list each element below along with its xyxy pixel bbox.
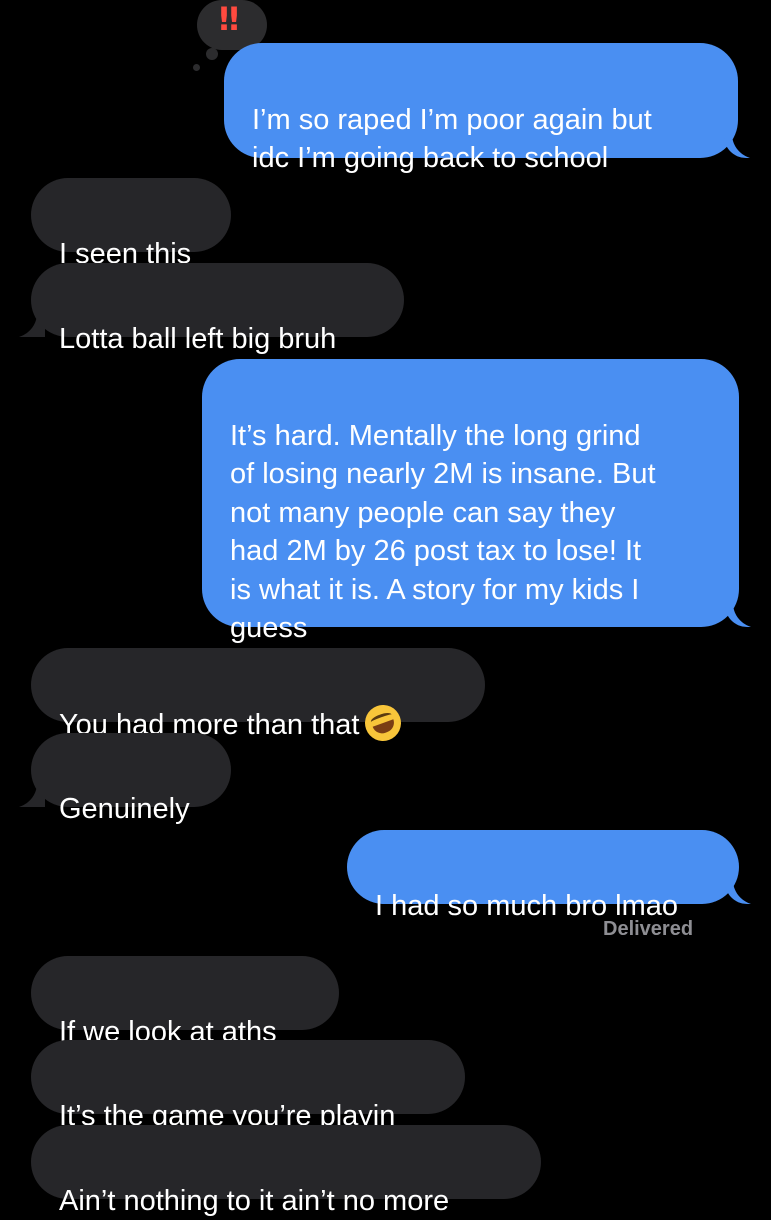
tapback-dot xyxy=(193,64,200,71)
delivered-status: Delivered xyxy=(603,918,694,940)
message-text: Genuinely xyxy=(59,792,190,825)
message-bubble-received[interactable]: You had more than that xyxy=(31,648,485,746)
message-bubble-sent[interactable]: I’m so raped I’m poor again but idc I’m … xyxy=(224,43,738,174)
message-bubble-sent[interactable]: It’s hard. Mentally the long grind of lo… xyxy=(202,359,739,644)
message-bubble-received[interactable]: Genuinely xyxy=(31,733,231,825)
message-bubble-sent[interactable]: I had so much bro lmao xyxy=(347,830,739,922)
message-bubble-received[interactable]: Ain’t nothing to it ain’t no more xyxy=(31,1125,541,1217)
double-exclamation-icon: ‼ xyxy=(219,0,239,38)
message-bubble-received[interactable]: Lotta ball left big bruh xyxy=(31,263,404,355)
message-text: I had so much bro lmao xyxy=(375,889,679,922)
message-text: It’s hard. Mentally the long grind of lo… xyxy=(230,419,656,645)
message-bubble-received[interactable]: I seen this xyxy=(31,178,231,270)
message-text: Lotta ball left big bruh xyxy=(59,322,337,355)
message-bubble-received[interactable]: It’s the game you’re playin xyxy=(31,1040,465,1132)
rolling-on-floor-laughing-emoji-icon xyxy=(360,699,407,746)
message-bubble-received[interactable]: If we look at aths xyxy=(31,956,339,1048)
message-text: I’m so raped I’m poor again but idc I’m … xyxy=(252,103,652,175)
tapback-dot xyxy=(206,48,218,60)
message-text: Ain’t nothing to it ain’t no more xyxy=(59,1184,450,1217)
